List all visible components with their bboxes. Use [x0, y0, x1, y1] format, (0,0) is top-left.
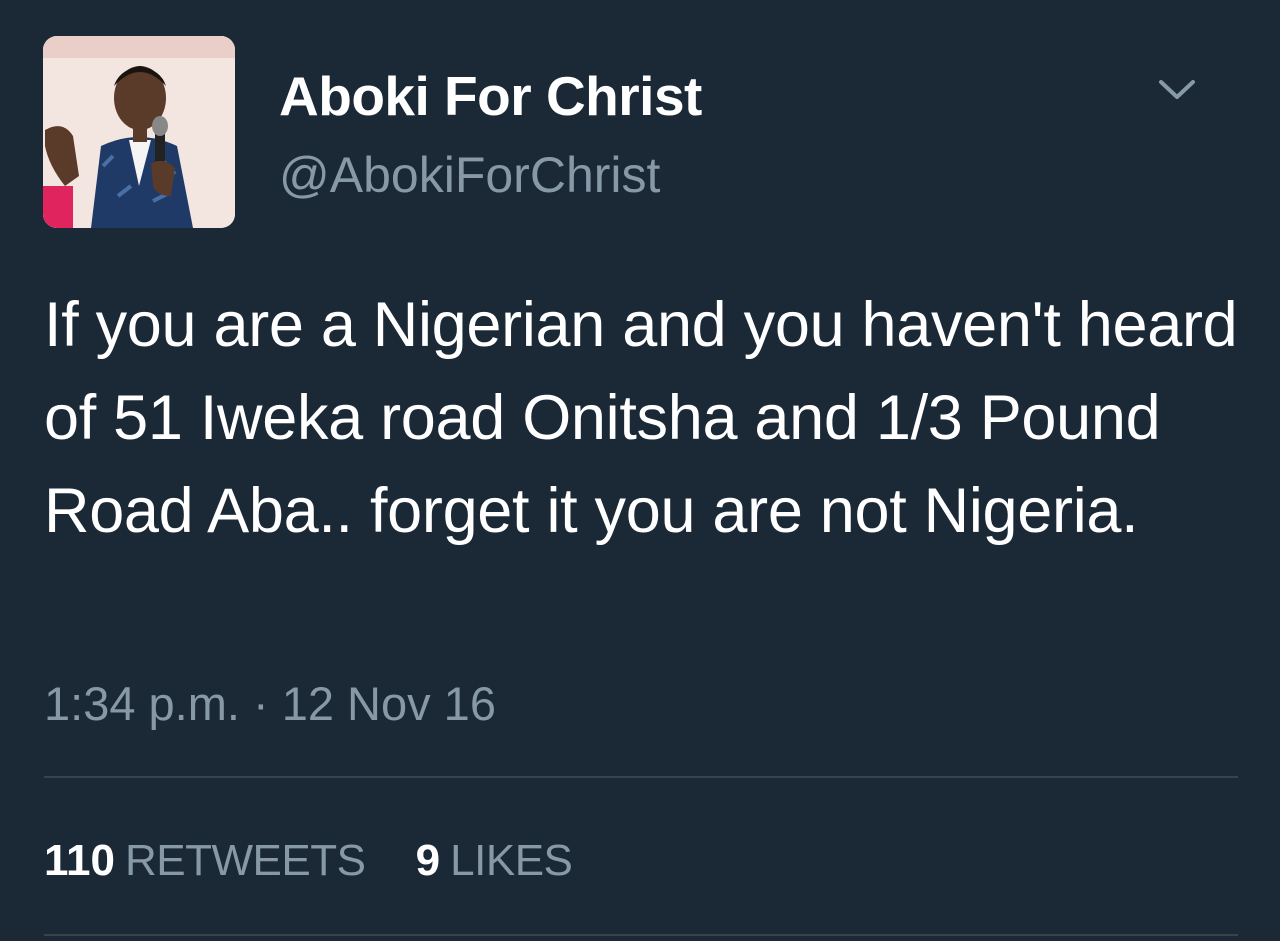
author-display-name[interactable]: Aboki For Christ: [279, 64, 702, 128]
retweets-stat[interactable]: 110 RETWEETS: [44, 836, 366, 886]
tweet-text: If you are a Nigerian and you haven't he…: [44, 290, 1238, 546]
likes-count: 9: [415, 836, 441, 885]
divider: [44, 934, 1238, 936]
avatar-image: [43, 36, 235, 228]
chevron-down-icon[interactable]: [1156, 76, 1198, 104]
tweet-stats: 110 RETWEETS 9 LIKES: [44, 836, 610, 886]
divider: [44, 776, 1238, 778]
retweets-count: 110: [44, 836, 115, 885]
likes-label: LIKES: [450, 836, 573, 885]
likes-stat[interactable]: 9 LIKES: [416, 836, 573, 886]
tweet-timestamp: 1:34 p.m. · 12 Nov 16: [44, 677, 496, 730]
retweets-label: RETWEETS: [124, 836, 366, 885]
author-handle[interactable]: @AbokiForChrist: [279, 146, 660, 204]
avatar[interactable]: [43, 36, 235, 228]
tweet-detail-screen: Aboki For Christ @AbokiForChrist If you …: [0, 0, 1280, 941]
